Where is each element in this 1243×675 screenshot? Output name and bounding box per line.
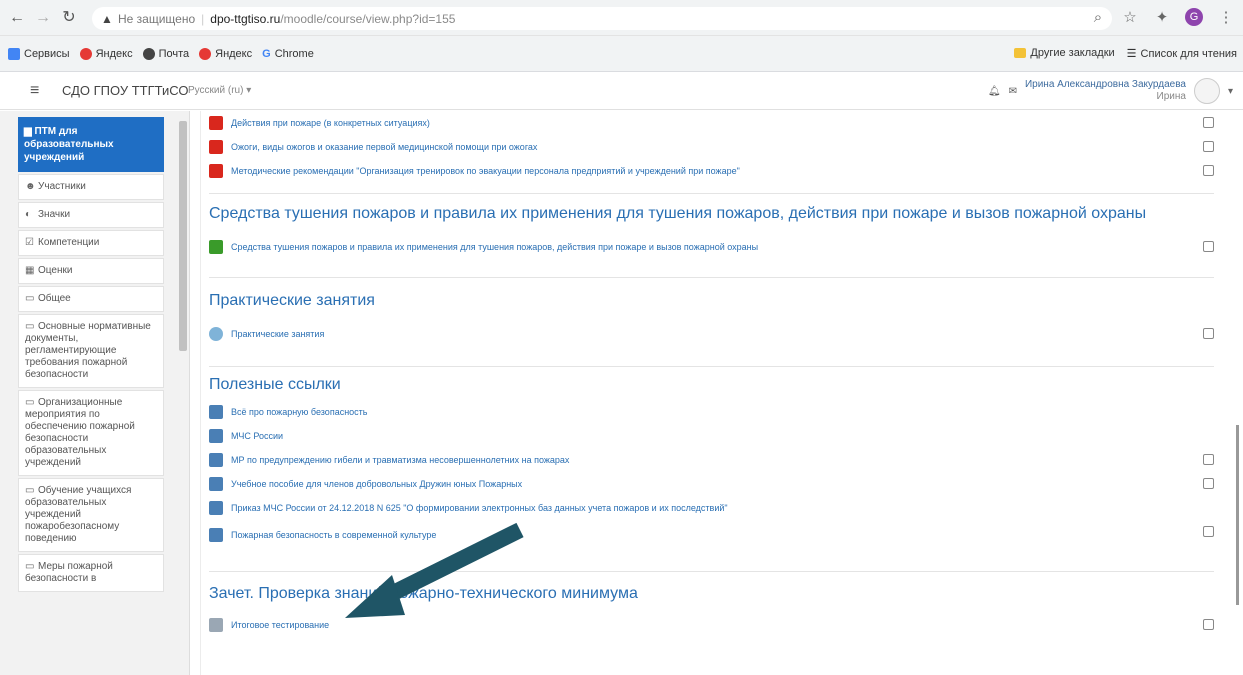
annotation-arrow: [345, 522, 524, 618]
page-scrollbar[interactable]: [1236, 425, 1239, 605]
arrow-head: [345, 575, 405, 618]
browser-window: ← → ↻ ▲ Не защищено | dpo-ttgtiso.ru /mo…: [0, 0, 1243, 675]
